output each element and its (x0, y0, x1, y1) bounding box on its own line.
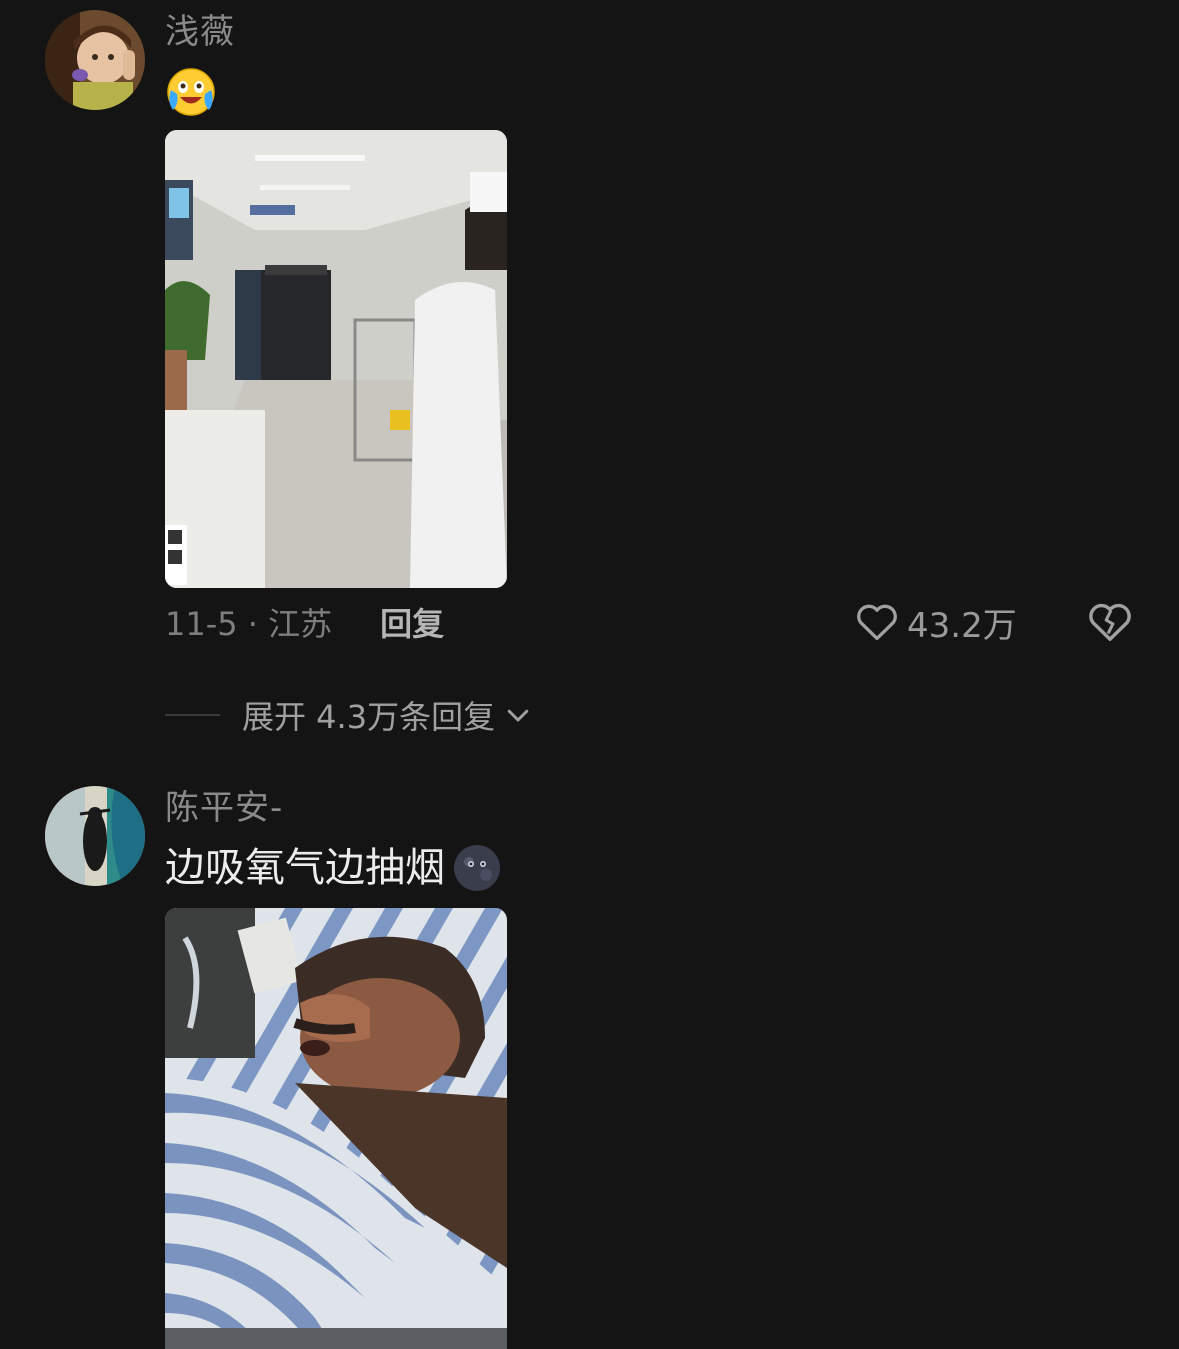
crying-laughing-emoji (167, 68, 215, 116)
comment-text: 边吸氧气边抽烟 (165, 842, 503, 894)
expand-replies-label[interactable]: 展开 4.3万条回复 (242, 692, 495, 738)
user-avatar[interactable] (45, 786, 145, 886)
comment-username[interactable]: 浅薇 (165, 15, 235, 49)
expand-replies[interactable]: 展开 4.3万条回复 (165, 692, 533, 738)
comment-username[interactable]: 陈平安- (165, 791, 283, 825)
user-avatar[interactable] (45, 10, 145, 110)
divider (165, 714, 220, 716)
comment-text (165, 66, 217, 118)
comment-list: 浅薇 11-5 · 江苏 回复 43.2万 展开 4.3万条回复 陈平安- 边吸… (0, 0, 1179, 1349)
comment-text-content: 边吸氧气边抽烟 (165, 845, 445, 891)
heart-icon (857, 604, 897, 641)
dark-moon-face-emoji (454, 845, 500, 891)
chevron-down-icon (507, 709, 529, 722)
broken-heart-icon[interactable] (1087, 600, 1133, 644)
patient-in-bed-photo[interactable] (165, 908, 507, 1349)
comment-date-location: 11-5 · 江苏 (165, 605, 333, 643)
reply-button[interactable]: 回复 (380, 599, 444, 645)
hospital-corridor-photo[interactable] (165, 130, 507, 588)
like-button[interactable]: 43.2万 (855, 600, 1017, 646)
comment-meta: 11-5 · 江苏 回复 43.2万 (165, 599, 1135, 646)
like-count: 43.2万 (907, 605, 1017, 646)
